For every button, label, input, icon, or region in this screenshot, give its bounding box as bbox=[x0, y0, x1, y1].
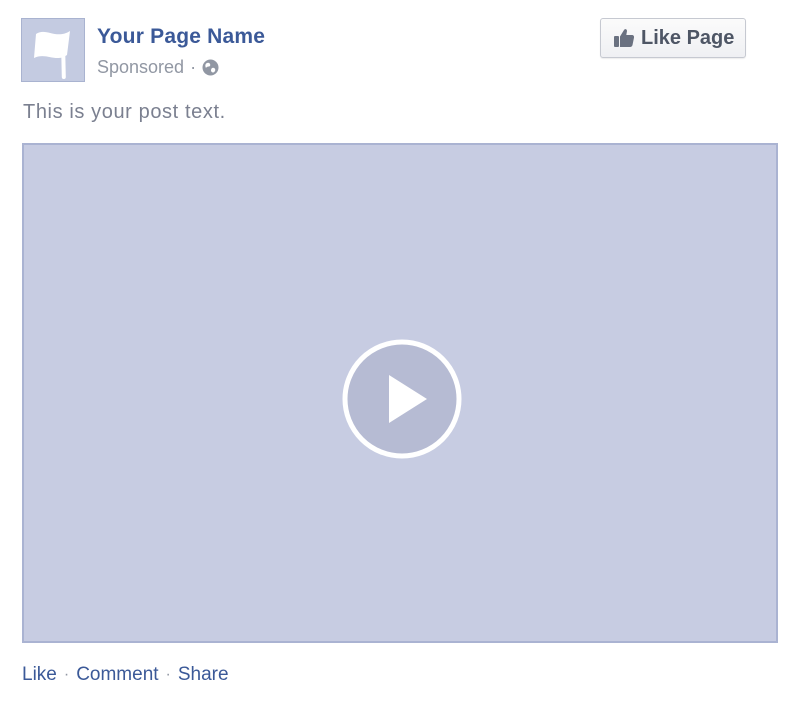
meta-separator: · bbox=[190, 57, 197, 77]
flag-icon bbox=[34, 31, 70, 79]
action-separator: · bbox=[63, 666, 70, 683]
post-text: This is your post text. bbox=[23, 101, 226, 123]
action-separator: · bbox=[165, 666, 171, 683]
post-meta: Sponsored · bbox=[97, 57, 219, 78]
avatar[interactable] bbox=[21, 18, 85, 82]
play-icon bbox=[342, 339, 462, 459]
thumbs-up-icon bbox=[614, 29, 635, 47]
like-page-button[interactable]: Like Page bbox=[600, 18, 746, 58]
globe-icon[interactable] bbox=[202, 59, 219, 76]
comment-link[interactable]: Comment bbox=[76, 664, 158, 686]
post-actions: Like · Comment · Share bbox=[22, 664, 229, 686]
like-page-label: Like Page bbox=[641, 26, 735, 49]
like-link[interactable]: Like bbox=[22, 664, 57, 686]
sponsored-label[interactable]: Sponsored bbox=[97, 57, 184, 78]
page-name-link[interactable]: Your Page Name bbox=[97, 25, 265, 49]
video-player[interactable] bbox=[22, 143, 778, 643]
share-link[interactable]: Share bbox=[178, 664, 229, 686]
play-button[interactable] bbox=[342, 339, 462, 459]
